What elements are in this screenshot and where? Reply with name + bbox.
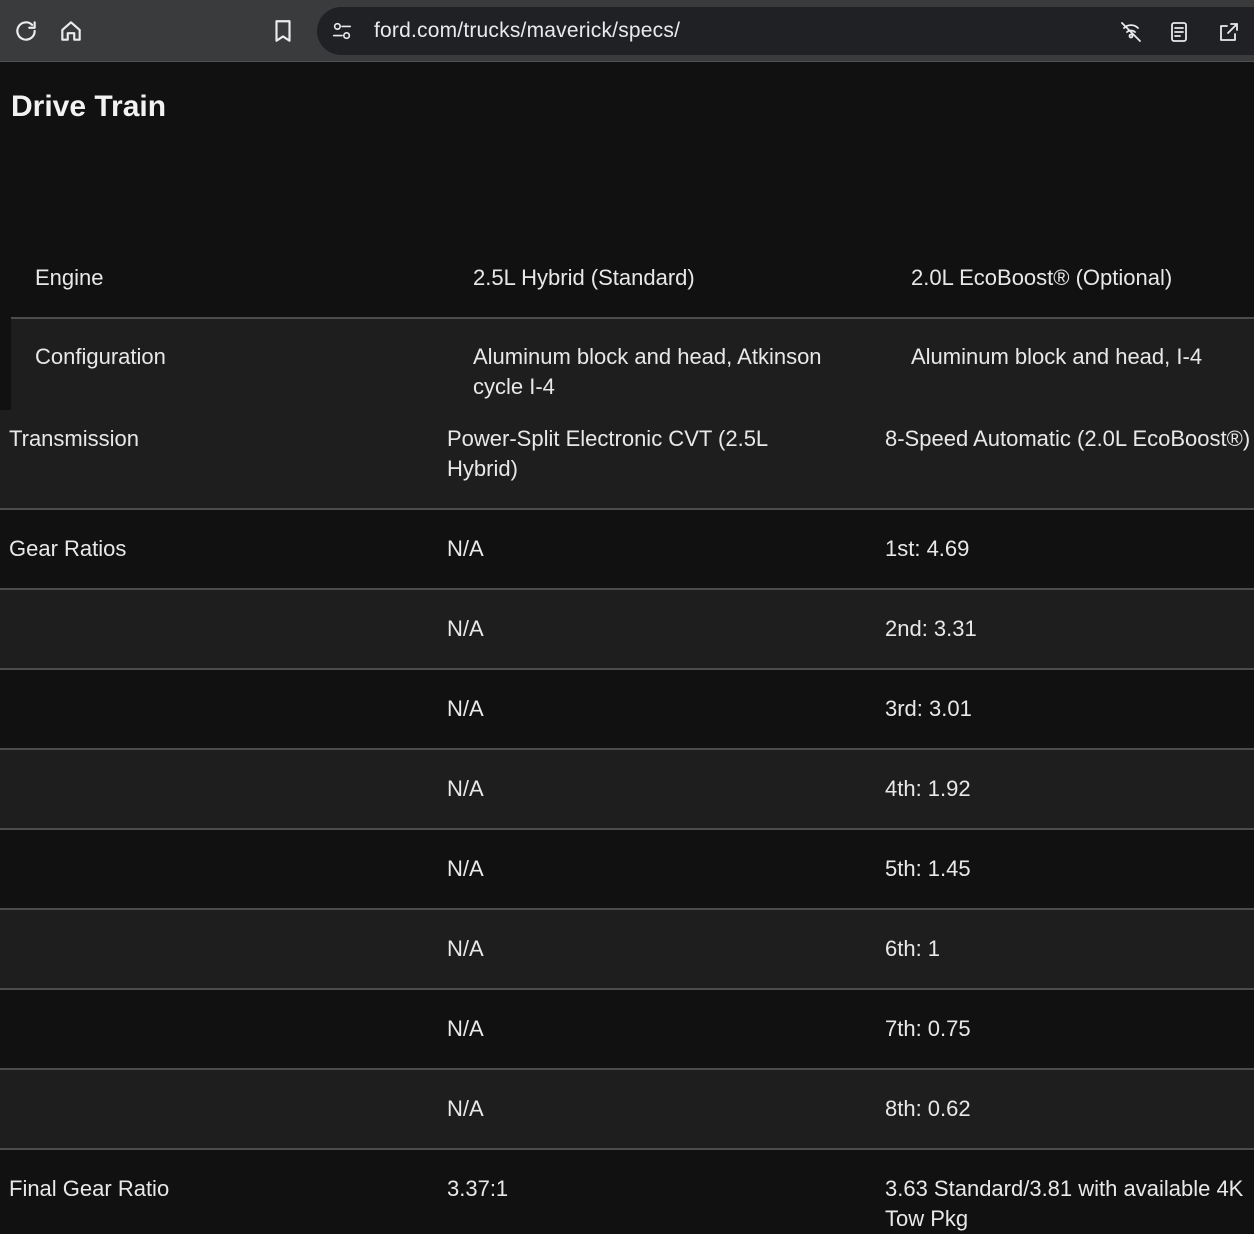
ecoboost-value: 3rd: 3.01 [885, 696, 972, 721]
ecoboost-value: 1st: 4.69 [885, 536, 970, 561]
ecoboost-value: 3.63 Standard/3.81 with available 4K Tow… [885, 1176, 1244, 1231]
table-row: N/A 8th: 0.62 [0, 1070, 1254, 1150]
reader-mode-icon[interactable] [1164, 17, 1194, 47]
table-row: Transmission Power-Split Electronic CVT … [0, 410, 1254, 510]
row-label: Gear Ratios [9, 536, 127, 561]
hybrid-value: N/A [447, 1096, 484, 1121]
table-row: N/A 2nd: 3.31 [0, 590, 1254, 670]
table-row: N/A 7th: 0.75 [0, 990, 1254, 1070]
site-settings-icon[interactable] [329, 18, 355, 44]
hybrid-value: N/A [447, 856, 484, 881]
ecoboost-value: 8th: 0.62 [885, 1096, 971, 1121]
home-icon[interactable] [56, 14, 86, 48]
table-row: N/A 6th: 1 [0, 910, 1254, 990]
ecoboost-value: 2.0L EcoBoost® (Optional) [911, 265, 1173, 290]
row-label: Transmission [9, 426, 139, 451]
ecoboost-value: 7th: 0.75 [885, 1016, 971, 1041]
reload-icon[interactable] [11, 14, 41, 48]
table-row: Final Gear Ratio 3.37:1 3.63 Standard/3.… [0, 1150, 1254, 1232]
ecoboost-value: 5th: 1.45 [885, 856, 971, 881]
ecoboost-value: 6th: 1 [885, 936, 941, 961]
hybrid-value: 3.37:1 [447, 1176, 509, 1201]
row-label: Configuration [35, 344, 166, 369]
table-row: N/A 3rd: 3.01 [0, 670, 1254, 750]
ecoboost-value: Aluminum block and head, I-4 [911, 344, 1203, 369]
hybrid-value: N/A [447, 616, 484, 641]
ecoboost-value: 4th: 1.92 [885, 776, 971, 801]
table-row: N/A 5th: 1.45 [0, 830, 1254, 910]
hybrid-value: N/A [447, 776, 484, 801]
row-label: Final Gear Ratio [9, 1176, 170, 1201]
table-row: Configuration Aluminum block and head, A… [11, 319, 1254, 410]
share-icon[interactable] [1214, 17, 1244, 47]
hybrid-value: Aluminum block and head, Atkinson cycle … [473, 344, 822, 399]
hybrid-value: N/A [447, 1016, 484, 1041]
url-text[interactable]: ford.com/trucks/maverick/specs/ [374, 18, 680, 44]
browser-toolbar: ford.com/trucks/maverick/specs/ [0, 0, 1254, 62]
hybrid-value: 2.5L Hybrid (Standard) [473, 265, 695, 290]
hybrid-value: Power-Split Electronic CVT (2.5L Hybrid) [447, 426, 768, 481]
hybrid-value: N/A [447, 696, 484, 721]
cast-off-icon[interactable] [1116, 17, 1146, 47]
bookmark-icon[interactable] [268, 14, 298, 48]
hybrid-value: N/A [447, 936, 484, 961]
table-row: Engine 2.5L Hybrid (Standard) 2.0L EcoBo… [11, 240, 1254, 319]
ecoboost-value: 2nd: 3.31 [885, 616, 977, 641]
table-row: N/A 4th: 1.92 [0, 750, 1254, 830]
ecoboost-value: 8-Speed Automatic (2.0L EcoBoost®) [885, 426, 1251, 451]
hybrid-value: N/A [447, 536, 484, 561]
table-row: Gear Ratios N/A 1st: 4.69 [0, 510, 1254, 590]
address-bar[interactable]: ford.com/trucks/maverick/specs/ [317, 7, 1254, 55]
page-title: Drive Train [11, 90, 167, 123]
row-label: Engine [35, 265, 104, 290]
